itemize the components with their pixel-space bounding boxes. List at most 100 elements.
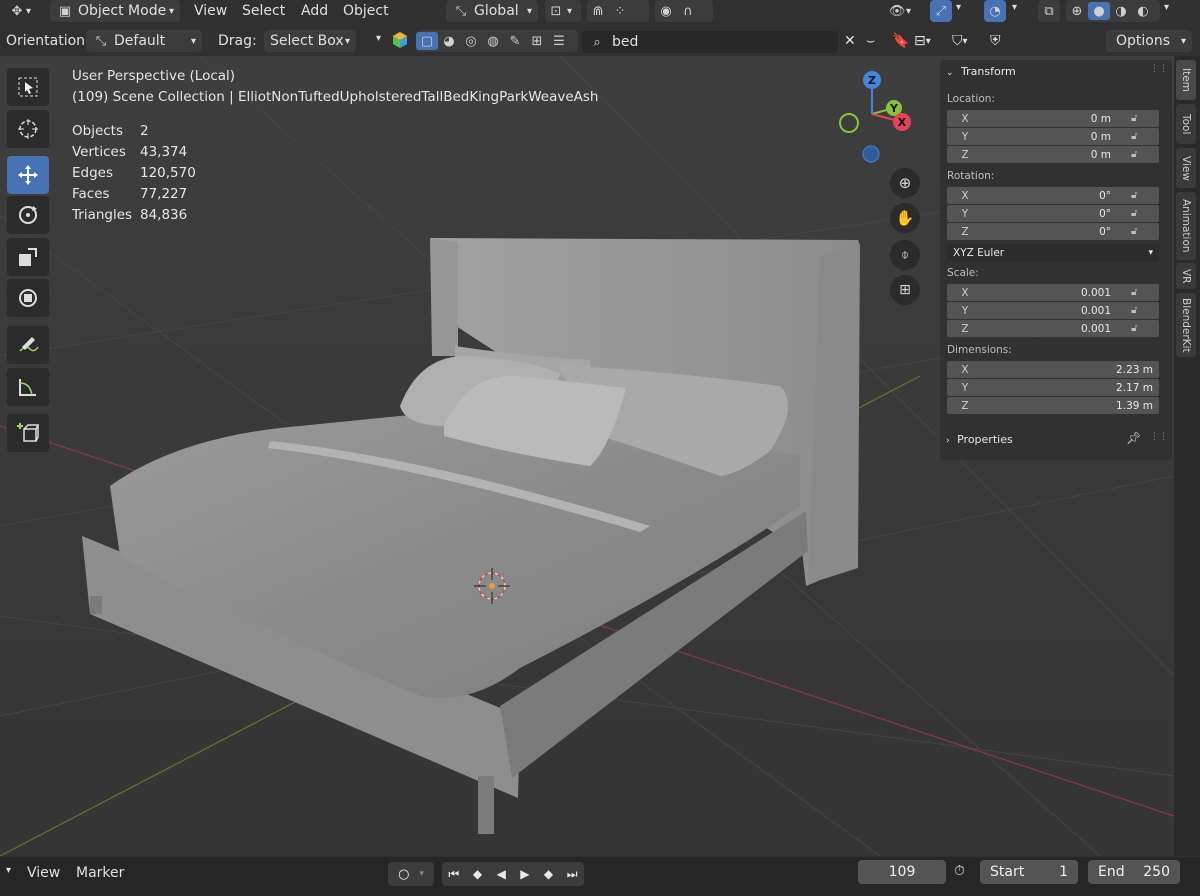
lock-icon[interactable]: 🔓︎ xyxy=(1131,208,1145,220)
lock-icon[interactable]: 🔓︎ xyxy=(1131,305,1145,317)
zoom-icon[interactable]: ⊕ xyxy=(890,168,920,198)
select-box-icon[interactable] xyxy=(7,68,49,106)
dimensions-z-field[interactable]: Z 1.39 m xyxy=(947,397,1159,414)
solid-shading-icon[interactable]: ● xyxy=(1088,2,1110,20)
pan-hand-icon[interactable]: ✋ xyxy=(890,203,920,233)
stopwatch-icon[interactable]: ⏱ xyxy=(954,863,965,879)
transform-icon[interactable] xyxy=(7,279,49,317)
tab-view[interactable]: View xyxy=(1176,148,1196,188)
rotation-x-field[interactable]: X 0° xyxy=(947,187,1159,204)
scene-asset-icon[interactable]: ◎ xyxy=(460,32,482,50)
drag-handle-icon[interactable]: ⋮⋮ xyxy=(1150,64,1168,74)
scale-x-field[interactable]: X 0.001 xyxy=(947,284,1159,301)
annotate-icon[interactable] xyxy=(7,326,49,364)
tab-blenderkit[interactable]: BlenderKit xyxy=(1176,293,1196,357)
pin-icon[interactable]: 📌︎ xyxy=(1126,431,1141,445)
shading-dropdown[interactable]: ▾ xyxy=(1164,2,1169,13)
start-frame-field[interactable]: Start 1 xyxy=(980,860,1078,884)
model-asset-icon[interactable]: ▢ xyxy=(416,32,438,50)
shading-group[interactable]: ⊕ ● ◑ ◐ xyxy=(1066,0,1160,22)
visibility-dropdown[interactable]: 👁 ▾ xyxy=(888,2,911,20)
material-asset-icon[interactable]: ◕ xyxy=(438,32,460,50)
drag-handle-icon[interactable]: ⋮⋮ xyxy=(1150,432,1168,442)
lock-icon[interactable]: 🔓︎ xyxy=(1131,323,1145,335)
bookmark-button[interactable]: 🔖 xyxy=(892,33,909,49)
end-frame-field[interactable]: End 250 xyxy=(1088,860,1180,884)
properties-panel-header[interactable]: › Properties xyxy=(946,433,1013,446)
auto-keying-toggle[interactable]: ○ ▾ xyxy=(388,862,434,886)
jump-end-icon[interactable]: ⏭ xyxy=(560,862,584,886)
rotation-mode-dropdown[interactable]: XYZ Euler ▾ xyxy=(947,244,1159,262)
filter-dropdown[interactable]: ▾ xyxy=(376,33,381,44)
search-history-button[interactable]: ⌣ xyxy=(866,33,875,49)
validation-button[interactable]: ⛨ xyxy=(990,33,1001,49)
scale-z-field[interactable]: Z 0.001 xyxy=(947,320,1159,337)
editor-type-menu[interactable]: ✥ ▾ xyxy=(8,2,31,20)
snap-group[interactable]: ⋒ ⁘ xyxy=(587,0,649,22)
scale-y-field[interactable]: Y 0.001 xyxy=(947,302,1159,319)
xray-toggle[interactable]: ⧉ xyxy=(1038,0,1060,22)
navigation-gizmo[interactable]: Z Y X xyxy=(826,66,920,166)
jump-start-icon[interactable]: ⏮ xyxy=(442,862,466,886)
lock-icon[interactable]: 🔓︎ xyxy=(1131,149,1145,161)
dimensions-y-field[interactable]: Y 2.17 m xyxy=(947,379,1159,396)
brush-asset-icon[interactable]: ✎ xyxy=(504,32,526,50)
location-z-field[interactable]: Z0 m xyxy=(947,146,1159,163)
lock-icon[interactable]: 🔓︎ xyxy=(1131,287,1145,299)
lock-icon[interactable]: 🔓︎ xyxy=(1131,113,1145,125)
menu-view[interactable]: View xyxy=(194,3,227,19)
lock-icon[interactable]: 🔓︎ xyxy=(1131,226,1145,238)
material-shading-icon[interactable]: ◑ xyxy=(1110,2,1132,20)
editor-type-menu[interactable]: ▾ xyxy=(6,865,11,876)
rotation-z-field[interactable]: Z 0° xyxy=(947,223,1159,240)
playback-controls[interactable]: ⏮ ◆ ◀ ▶ ◆ ⏭ xyxy=(442,862,584,886)
rotate-icon[interactable] xyxy=(7,196,49,234)
timeline-menu-view[interactable]: View xyxy=(27,865,60,881)
add-cube-icon[interactable] xyxy=(7,414,49,452)
gizmo-toggle[interactable]: ⤢ xyxy=(930,0,952,22)
clear-search-button[interactable]: ✕ xyxy=(844,33,856,49)
proportional-edit-group[interactable]: ◉ ∩ xyxy=(655,0,713,22)
gizmo-dropdown[interactable]: ▾ xyxy=(956,2,961,13)
nodegroup-asset-icon[interactable]: ⊞ xyxy=(526,32,548,50)
next-keyframe-icon[interactable]: ◆ xyxy=(537,862,561,886)
perspective-grid-icon[interactable]: ⊞ xyxy=(890,275,920,305)
transform-panel-header[interactable]: ⌄ Transform xyxy=(946,65,1016,78)
prev-keyframe-icon[interactable]: ◆ xyxy=(466,862,490,886)
options-dropdown[interactable]: Options ▾ xyxy=(1106,30,1192,52)
filter-button[interactable]: ⛉ ▾ xyxy=(952,33,968,49)
asset-type-group[interactable]: ▢ ◕ ◎ ◍ ✎ ⊞ ☰ xyxy=(416,30,578,52)
asset-search-input[interactable]: ⌕ bed xyxy=(582,31,838,53)
timeline-menu-marker[interactable]: Marker xyxy=(76,865,124,881)
dimensions-x-field[interactable]: X 2.23 m xyxy=(947,361,1159,378)
menu-select[interactable]: Select xyxy=(242,3,285,19)
menu-add[interactable]: Add xyxy=(301,3,328,19)
play-icon[interactable]: ▶ xyxy=(513,862,537,886)
menu-object[interactable]: Object xyxy=(343,3,389,19)
tab-animation[interactable]: Animation xyxy=(1176,192,1196,260)
overlays-toggle[interactable]: ◔ xyxy=(984,0,1006,22)
lock-icon[interactable]: 🔓︎ xyxy=(1131,131,1145,143)
measure-icon[interactable] xyxy=(7,368,49,406)
hdr-asset-icon[interactable]: ◍ xyxy=(482,32,504,50)
blenderkit-logo-icon[interactable] xyxy=(391,31,409,49)
play-reverse-icon[interactable]: ◀ xyxy=(489,862,513,886)
rotation-y-field[interactable]: Y 0° xyxy=(947,205,1159,222)
asset-bar-button[interactable]: ⊟ ▾ xyxy=(914,33,931,49)
orientation-dropdown[interactable]: ⤡ Default ▾ xyxy=(86,30,202,52)
current-frame-field[interactable]: 109 xyxy=(858,860,946,884)
location-y-field[interactable]: Y0 m xyxy=(947,128,1159,145)
addon-asset-icon[interactable]: ☰ xyxy=(548,32,570,50)
mode-dropdown[interactable]: ▣ Object Mode ▾ xyxy=(50,0,180,22)
location-x-field[interactable]: X0 m xyxy=(947,110,1159,127)
transform-orientation-dropdown[interactable]: ⤡ Global ▾ xyxy=(446,0,538,22)
cursor-icon[interactable] xyxy=(7,110,49,148)
move-icon[interactable] xyxy=(7,156,49,194)
tab-tool[interactable]: Tool xyxy=(1176,104,1196,144)
tab-vr[interactable]: VR xyxy=(1176,263,1196,289)
tab-item[interactable]: Item xyxy=(1176,60,1196,100)
rendered-shading-icon[interactable]: ◐ xyxy=(1132,2,1154,20)
camera-icon[interactable]: ⌽ xyxy=(890,240,920,270)
scale-icon[interactable] xyxy=(7,238,49,276)
lock-icon[interactable]: 🔓︎ xyxy=(1131,190,1145,202)
